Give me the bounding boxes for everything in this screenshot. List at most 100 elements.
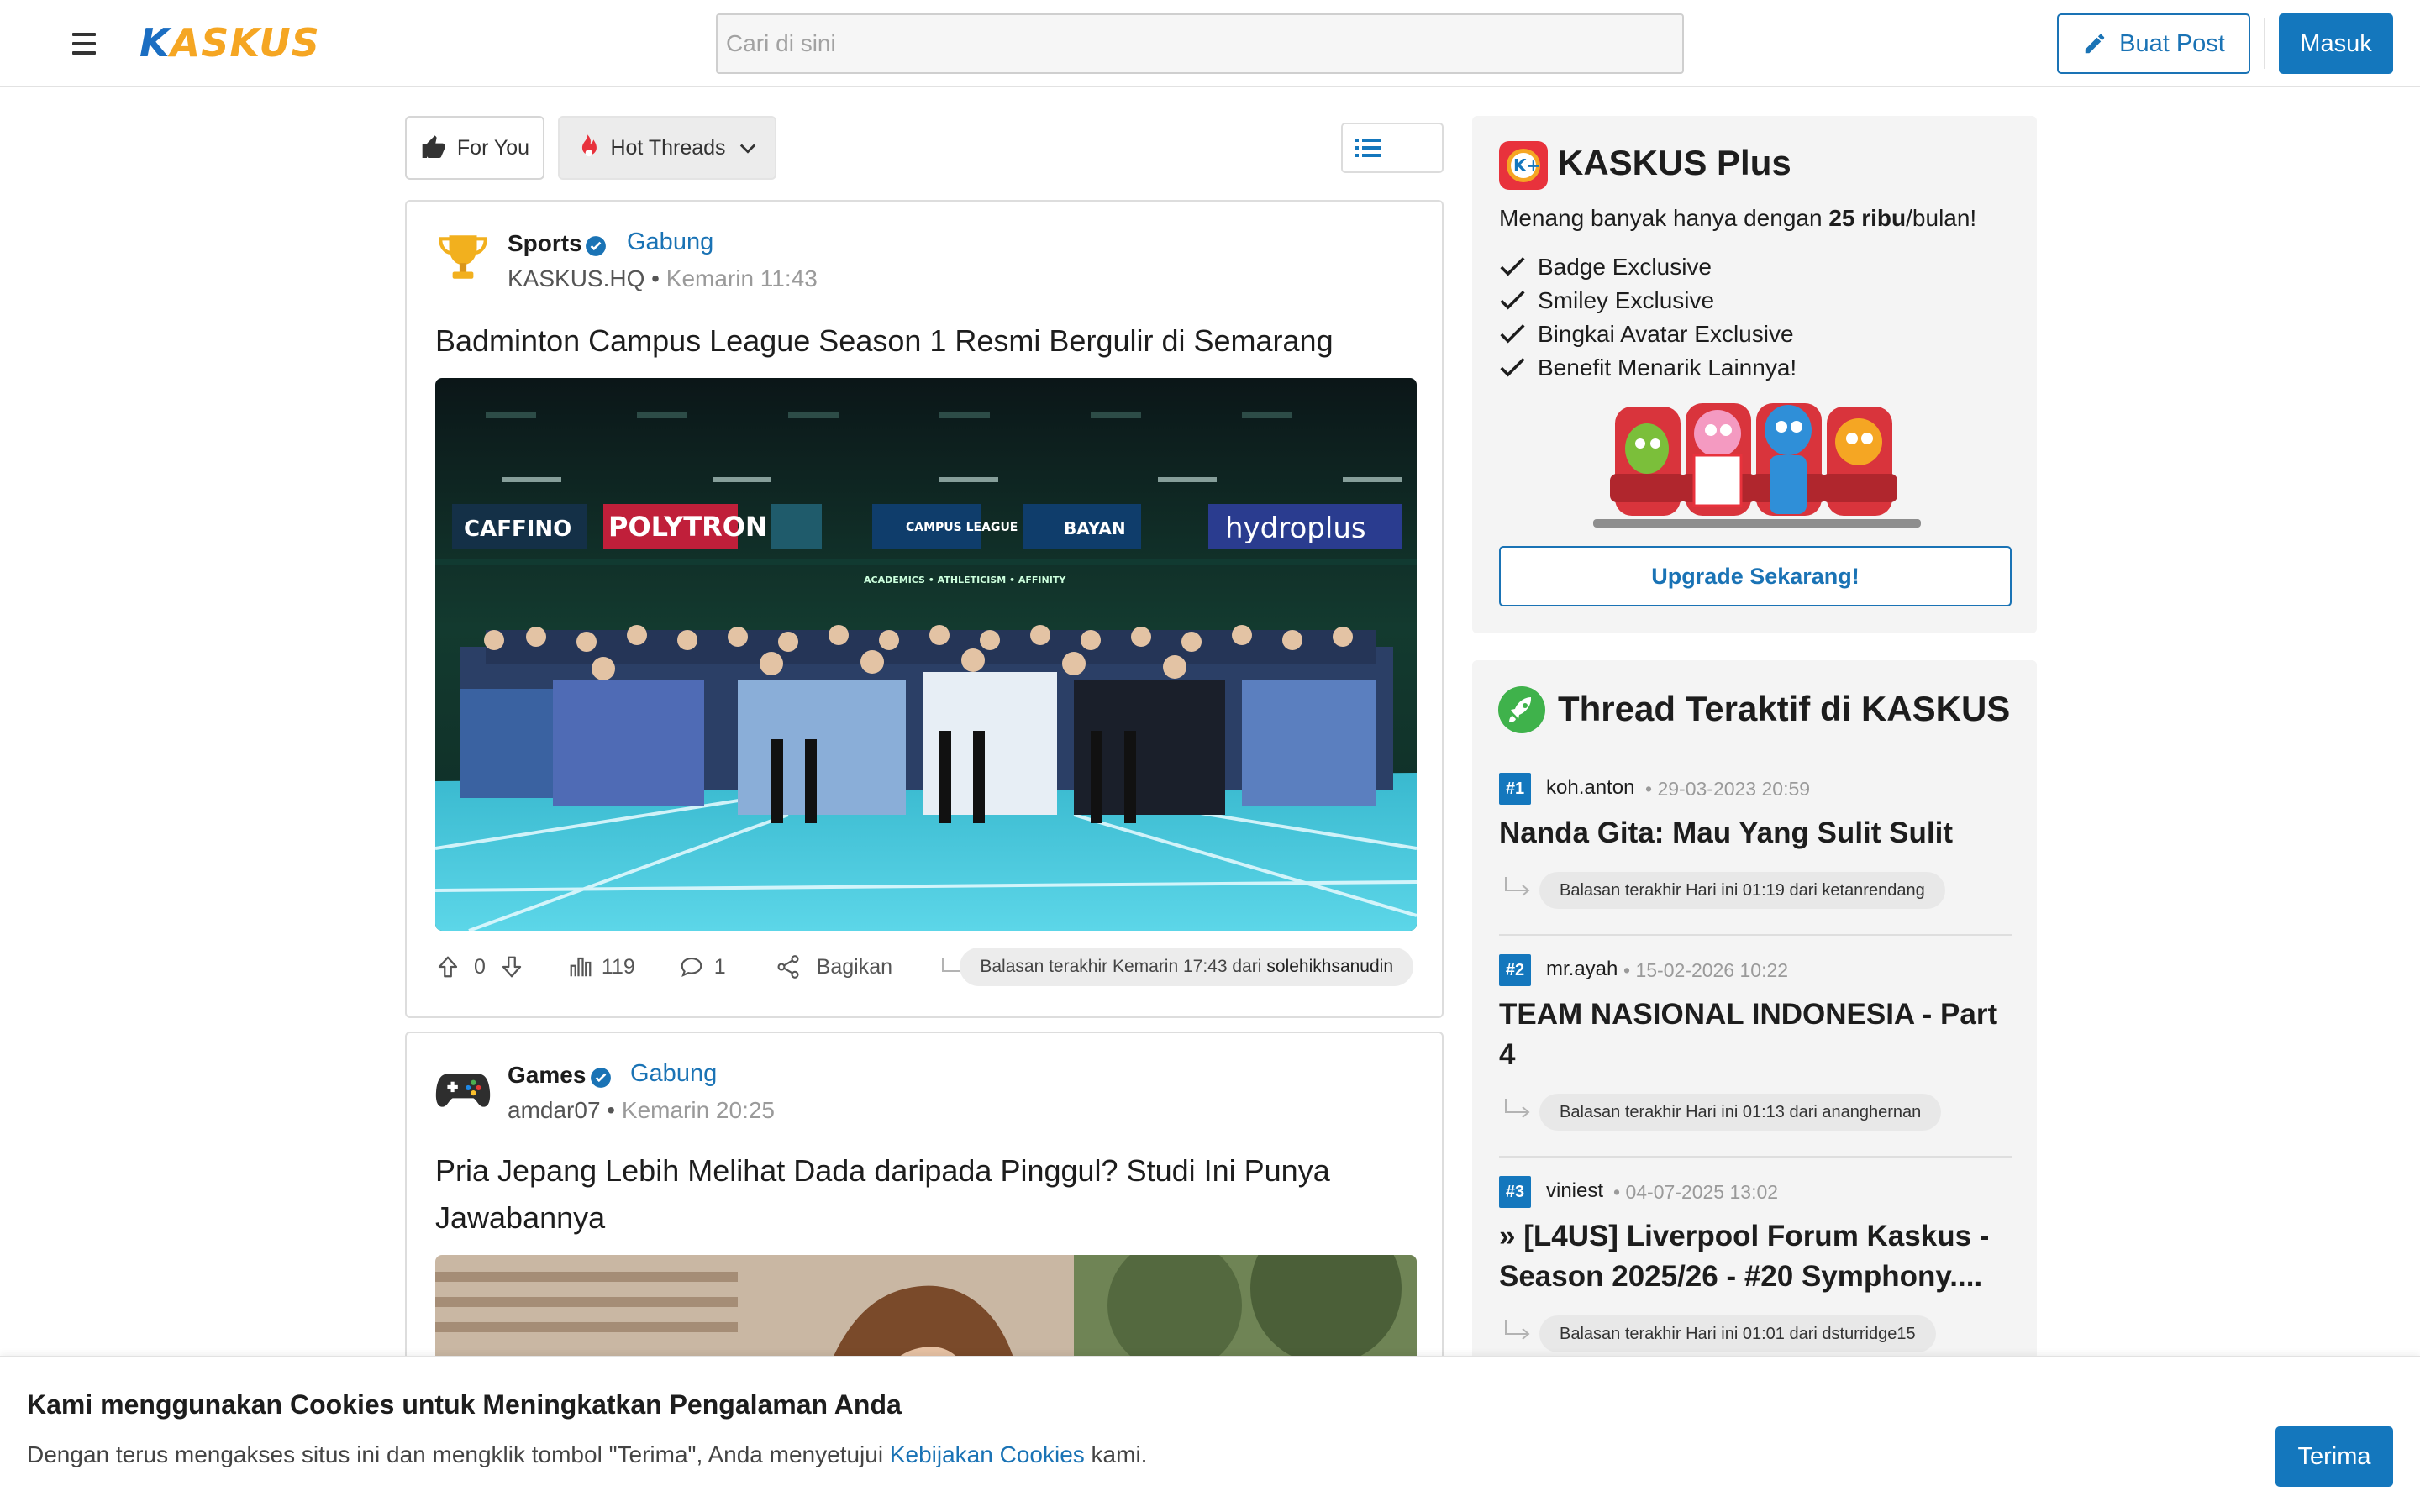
view-toggle [1341, 123, 1444, 173]
thread-author[interactable]: koh.anton [1546, 776, 1634, 800]
svg-text:ACADEMICS • ATHLETICISM • AFFI: ACADEMICS • ATHLETICISM • AFFINITY [864, 575, 1066, 585]
kaskus-plus-panel: K+ KASKUS Plus Menang banyak hanya denga… [1472, 116, 2037, 633]
check-icon [1500, 257, 1525, 276]
active-thread-item[interactable]: #2 mr.ayah • 15-02-2026 10:22 TEAM NASIO… [1499, 954, 2012, 1161]
rank-badge: #3 [1499, 1176, 1531, 1208]
upgrade-button[interactable]: Upgrade Sekarang! [1499, 546, 2012, 606]
check-icon [1500, 324, 1525, 344]
reply-arrow-icon [1505, 1099, 1530, 1118]
benefit-item: Smiley Exclusive [1499, 284, 1797, 318]
tab-for-you[interactable]: For You [405, 116, 544, 180]
share-button[interactable]: Bagikan [775, 953, 892, 980]
active-thread-item[interactable]: #1 koh.anton • 29-03-2023 20:59 Nanda Gi… [1499, 773, 2012, 937]
upvote-button[interactable] [435, 953, 460, 980]
rank-badge: #2 [1499, 954, 1531, 986]
svg-text:POLYTRON: POLYTRON [608, 511, 768, 543]
views-count: 119 [601, 954, 635, 979]
kaskus-plus-title: KASKUS Plus [1558, 143, 1791, 182]
thread-image[interactable]: CAFFINO POLYTRON CAMPUS LEAGUE BAYAN hyd… [435, 378, 1417, 931]
active-thread-title[interactable]: TEAM NASIONAL INDONESIA - Part 4 [1499, 995, 2012, 1075]
svg-text:K+: K+ [1513, 155, 1540, 176]
benefit-list: Badge Exclusive Smiley Exclusive Bingkai… [1499, 250, 1797, 385]
login-button[interactable]: Masuk [2279, 13, 2393, 74]
verified-icon [586, 236, 606, 256]
top-header: KASKUS Buat Post Masuk [0, 0, 2420, 87]
active-thread-title[interactable]: Nanda Gita: Mau Yang Sulit Sulit [1499, 813, 2012, 853]
trophy-icon [435, 230, 491, 286]
svg-text:CAFFINO: CAFFINO [464, 517, 571, 542]
join-link[interactable]: Gabung [630, 1060, 717, 1088]
thread-meta: KASKUS.HQ • Kemarin 11:43 [508, 265, 818, 291]
tab-hot-threads[interactable]: Hot Threads [558, 116, 776, 180]
join-link[interactable]: Gabung [627, 228, 713, 256]
last-reply-badge[interactable]: Balasan terakhir Hari ini 01:01 dari dst… [1539, 1315, 1936, 1352]
svg-text:BAYAN: BAYAN [1064, 518, 1126, 538]
last-reply-badge[interactable]: Balasan terakhir Hari ini 01:13 dari ana… [1539, 1094, 1942, 1131]
kaskus-logo[interactable]: K ASKUS [139, 20, 320, 66]
list-view-icon[interactable] [1343, 124, 1393, 171]
last-reply-badge[interactable]: Balasan terakhir Hari ini 01:19 dari ket… [1539, 872, 1945, 909]
thread-title[interactable]: Pria Jepang Lebih Melihat Dada daripada … [435, 1147, 1418, 1242]
gamepad-icon [435, 1062, 491, 1117]
thread-card[interactable]: Sports Gabung KASKUS.HQ • Kemarin 11:43 … [405, 200, 1444, 1018]
divider [1499, 1156, 2012, 1158]
active-threads-title: Thread Teraktif di KASKUS [1558, 689, 2011, 728]
active-thread-title[interactable]: » [L4US] Liverpool Forum Kaskus - Season… [1499, 1216, 2012, 1297]
pencil-icon [2085, 34, 2105, 54]
search-input[interactable] [716, 13, 1684, 74]
share-icon [777, 955, 799, 979]
rocket-icon [1498, 686, 1545, 733]
create-post-button[interactable]: Buat Post [2057, 13, 2250, 74]
rank-badge: #1 [1499, 773, 1531, 805]
mascot-illustration [1593, 403, 1921, 528]
active-thread-item[interactable]: #3 viniest • 04-07-2025 13:02 » [L4US] L… [1499, 1176, 2012, 1383]
reply-arrow-icon [1505, 877, 1530, 896]
last-reply-badge[interactable]: Balasan terakhir Kemarin 17:43 dari soleh… [960, 948, 1413, 986]
views-icon [570, 957, 592, 977]
views-stat: 119 [568, 954, 635, 979]
header-divider [2264, 18, 2265, 69]
downvote-icon [502, 956, 522, 978]
category-name[interactable]: Games [508, 1062, 586, 1089]
category-name[interactable]: Sports [508, 230, 582, 257]
thread-time: Kemarin 11:43 [666, 265, 818, 291]
cookie-policy-link[interactable]: Kebijakan Cookies [890, 1441, 1085, 1467]
thread-time: Kemarin 20:25 [621, 1097, 775, 1123]
cookie-banner: Kami menggunakan Cookies untuk Meningkat… [0, 1356, 2420, 1512]
comment-icon [681, 957, 702, 978]
thread-author[interactable]: viniest [1546, 1179, 1603, 1203]
last-reply-user[interactable]: solehikhsanudin [1266, 957, 1393, 977]
thread-date: • 15-02-2026 10:22 [1623, 959, 1789, 981]
kaskus-plus-logo: K+ [1499, 141, 1548, 190]
svg-text:hydroplus: hydroplus [1225, 512, 1366, 545]
thread-author[interactable]: KASKUS.HQ [508, 265, 644, 291]
upvote-icon [438, 956, 458, 978]
downvote-button[interactable] [499, 953, 524, 980]
thread-date: • 29-03-2023 20:59 [1645, 778, 1811, 800]
kaskus-plus-subtitle: Menang banyak hanya dengan 25 ribu/bulan… [1499, 205, 1977, 231]
cookie-text: Dengan terus mengakses situs ini dan men… [27, 1441, 1148, 1467]
comment-button[interactable]: 1 [677, 954, 726, 979]
benefit-item: Badge Exclusive [1499, 250, 1797, 284]
chevron-down-icon [739, 144, 755, 154]
thread-date: • 04-07-2025 13:02 [1613, 1181, 1779, 1203]
thread-title[interactable]: Badminton Campus League Season 1 Resmi B… [435, 318, 1418, 365]
svg-text:CAMPUS LEAGUE: CAMPUS LEAGUE [906, 521, 1018, 534]
benefit-item: Bingkai Avatar Exclusive [1499, 318, 1797, 351]
reply-arrow-icon [1505, 1320, 1530, 1340]
thread-meta: amdar07 • Kemarin 20:25 [508, 1097, 775, 1123]
thread-author[interactable]: amdar07 [508, 1097, 601, 1123]
menu-icon[interactable] [64, 25, 104, 62]
accept-cookies-button[interactable]: Terima [2275, 1426, 2393, 1487]
check-icon [1500, 291, 1525, 310]
benefit-item: Benefit Menarik Lainnya! [1499, 351, 1797, 385]
thread-author[interactable]: mr.ayah [1546, 958, 1618, 981]
comment-count: 1 [713, 954, 726, 979]
divider [1499, 934, 2012, 936]
verified-icon [591, 1068, 611, 1088]
thumbs-up-icon [422, 135, 445, 158]
fire-icon [582, 134, 597, 157]
cookie-title: Kami menggunakan Cookies untuk Meningkat… [27, 1389, 902, 1420]
check-icon [1500, 358, 1525, 377]
upvote-count: 0 [474, 954, 486, 979]
